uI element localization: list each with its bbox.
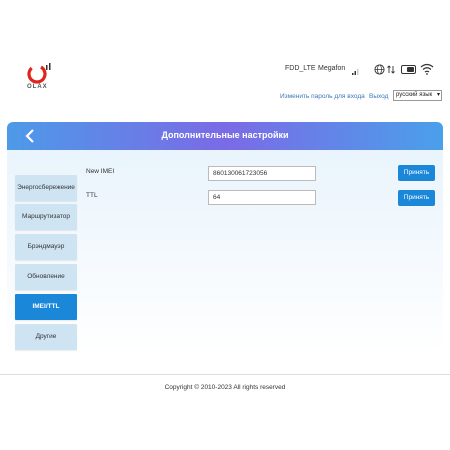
globe-icon [374, 64, 385, 75]
imei-input[interactable]: 860130061723056 [208, 166, 316, 181]
sidebar-item-imei-ttl[interactable]: IMEI/TTL [15, 294, 77, 320]
sidebar-item-other[interactable]: Другие [15, 324, 77, 350]
olax-logo-icon [27, 63, 51, 84]
language-select-value: русский язык [396, 92, 433, 98]
ttl-label: TTL [86, 192, 98, 199]
battery-toggle-icon [401, 65, 416, 74]
chevron-down-icon: ▾ [436, 92, 440, 98]
logout-link[interactable]: Выход [369, 93, 388, 100]
data-arrows-icon [387, 65, 395, 74]
page-title: Дополнительные настройки [161, 130, 289, 140]
page: OLAX FDD_LTE Megafon Изменить пароль для… [0, 0, 450, 450]
network-type: FDD_LTE [285, 65, 316, 72]
sidebar-item-power-saving[interactable]: Энергосбережение [15, 175, 77, 201]
operator-name: Megafon [318, 65, 346, 72]
wifi-icon [420, 63, 434, 75]
content-panel: Энергосбережение Маршрутизатор Брэндмауэ… [7, 150, 443, 355]
imei-apply-button[interactable]: Принять [398, 165, 435, 181]
signal-icon [352, 69, 359, 75]
ttl-apply-button[interactable]: Принять [398, 190, 435, 206]
logo-text: OLAX [27, 84, 48, 90]
language-select[interactable]: русский язык ▾ [393, 90, 442, 101]
ttl-input[interactable]: 64 [208, 190, 316, 205]
sidebar-item-firewall[interactable]: Брэндмауэр [15, 234, 77, 260]
imei-label: New IMEI [86, 168, 115, 175]
sidebar-item-router[interactable]: Маршрутизатор [15, 204, 77, 230]
sidebar-item-update[interactable]: Обновление [15, 264, 77, 290]
change-password-link[interactable]: Изменить пароль для входа [280, 93, 365, 100]
footer-copyright: Copyright © 2010-2023 All rights reserve… [164, 384, 286, 391]
header: OLAX FDD_LTE Megafon Изменить пароль для… [0, 55, 450, 110]
footer-divider [0, 374, 450, 375]
section-banner: Дополнительные настройки [7, 122, 443, 150]
